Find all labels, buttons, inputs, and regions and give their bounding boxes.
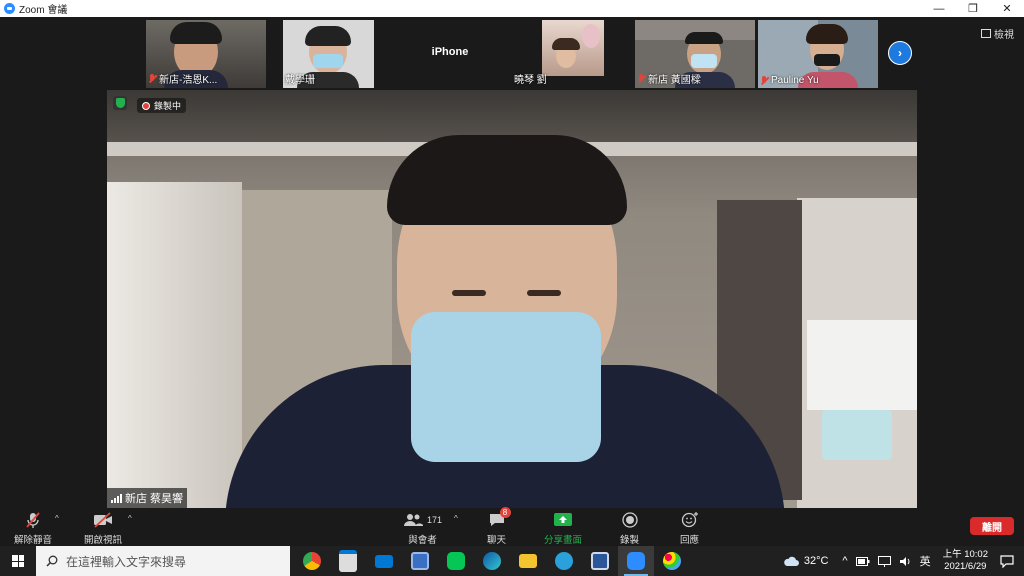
meeting-area: 新店-浩恩K... 戴學珊 iPhone 曉琴 劉 新店 黃國樑 Pauline	[0, 17, 1024, 508]
camera-off-icon	[94, 512, 112, 528]
participants-icon	[404, 514, 423, 526]
mic-muted-icon	[637, 73, 645, 84]
participants-options-caret[interactable]: ^	[454, 514, 458, 523]
battery-icon[interactable]	[852, 556, 874, 566]
taskbar-zoom[interactable]	[618, 546, 654, 576]
taskbar-word[interactable]	[582, 546, 618, 576]
taskbar-edge[interactable]	[474, 546, 510, 576]
participant-tile[interactable]: 曉琴 劉	[512, 20, 604, 88]
taskbar-mail[interactable]	[366, 546, 402, 576]
paint-icon	[663, 552, 681, 570]
participant-name: iPhone	[431, 46, 469, 58]
taskbar-chrome[interactable]	[294, 546, 330, 576]
taskbar-file-explorer[interactable]	[510, 546, 546, 576]
view-button[interactable]: 檢視	[981, 26, 1014, 41]
signal-bars-icon	[111, 493, 122, 503]
next-page-button[interactable]: ›	[888, 41, 912, 65]
participant-tile[interactable]: iPhone	[390, 20, 510, 88]
emoji-icon	[681, 512, 698, 528]
recording-indicator[interactable]: 錄製中	[137, 98, 187, 113]
input-method-indicator[interactable]: 英	[916, 553, 935, 569]
minimize-button[interactable]: —	[922, 0, 956, 17]
notifications-icon[interactable]	[996, 554, 1024, 568]
mic-muted-icon	[148, 73, 156, 84]
audio-options-caret[interactable]: ^	[55, 514, 59, 523]
reactions-button[interactable]: 回應	[680, 510, 699, 546]
cloud-icon	[784, 556, 799, 566]
floppy-icon	[411, 552, 429, 570]
taskbar-line[interactable]	[438, 546, 474, 576]
video-options-caret[interactable]: ^	[128, 514, 132, 523]
show-hidden-icons[interactable]: ^	[838, 555, 851, 567]
record-dot-icon	[142, 101, 150, 110]
windows-taskbar: 在這裡輸入文字來搜尋 32°C ^ 英 上午 10:02 2021/6/29	[0, 546, 1024, 576]
participant-name: 新店 黃國樑	[648, 75, 701, 86]
taskbar-paint[interactable]	[654, 546, 690, 576]
restore-button[interactable]: ❐	[956, 0, 990, 17]
window-title: Zoom 會議	[19, 5, 68, 16]
store-icon	[339, 550, 357, 572]
mail-icon	[375, 554, 393, 568]
document-icon	[591, 552, 609, 570]
participant-tile[interactable]: 新店 黃國樑	[635, 20, 755, 88]
chrome-icon	[303, 552, 321, 570]
telegram-icon	[555, 552, 573, 570]
meeting-toolbar: 解除靜音 ^ 開啟視訊 ^ 171 與會者 ^ 8 聊天 分享畫面 錄製 回應 …	[0, 507, 1024, 546]
zoom-logo-icon	[4, 3, 15, 14]
participant-name: 戴學珊	[285, 75, 315, 86]
participant-name: Pauline Yu	[771, 75, 819, 86]
participant-tile[interactable]: 戴學珊	[283, 20, 374, 88]
taskbar-clock[interactable]: 上午 10:02 2021/6/29	[935, 549, 996, 573]
taskbar-telegram[interactable]	[546, 546, 582, 576]
participant-tile[interactable]: 新店-浩恩K...	[146, 20, 266, 88]
zoom-icon	[627, 552, 645, 570]
participant-tile[interactable]: Pauline Yu	[758, 20, 878, 88]
unmute-button[interactable]: 解除靜音	[14, 510, 52, 546]
share-screen-button[interactable]: 分享畫面	[544, 510, 582, 546]
active-speaker-video: 錄製中 新店 蔡昊響	[107, 90, 917, 508]
grid-view-icon	[981, 29, 991, 38]
mic-muted-icon	[760, 75, 768, 86]
record-icon	[621, 512, 638, 528]
close-button[interactable]: ✕	[990, 0, 1024, 17]
participant-name: 曉琴 劉	[514, 75, 547, 86]
folder-icon	[519, 554, 537, 568]
record-button[interactable]: 錄製	[620, 510, 639, 546]
start-video-button[interactable]: 開啟視訊	[84, 510, 122, 546]
taskbar-search-box[interactable]: 在這裡輸入文字來搜尋	[36, 546, 290, 576]
title-bar: Zoom 會議 — ❐ ✕	[0, 0, 1024, 17]
volume-icon[interactable]	[895, 556, 916, 567]
taskbar-store[interactable]	[330, 546, 366, 576]
edge-icon	[483, 552, 501, 570]
start-button[interactable]	[0, 546, 36, 576]
speaker-name-label: 新店 蔡昊響	[107, 488, 188, 508]
windows-logo-icon	[12, 555, 24, 567]
weather-widget[interactable]: 32°C	[779, 555, 833, 567]
line-icon	[447, 552, 465, 570]
participant-name: 新店-浩恩K...	[159, 75, 218, 86]
search-icon	[46, 555, 58, 567]
system-tray: 32°C ^ 英 上午 10:02 2021/6/29	[779, 546, 1024, 576]
leave-meeting-button[interactable]: 離開	[970, 517, 1014, 535]
participants-button[interactable]: 171 與會者	[403, 510, 442, 546]
encryption-shield-icon[interactable]	[113, 96, 127, 110]
chat-button[interactable]: 8 聊天	[487, 507, 511, 546]
participants-count: 171	[427, 515, 443, 525]
taskbar-save[interactable]	[402, 546, 438, 576]
network-icon[interactable]	[874, 555, 895, 567]
share-screen-icon	[554, 513, 572, 526]
mic-muted-icon	[26, 512, 40, 528]
chat-badge: 8	[499, 507, 511, 518]
